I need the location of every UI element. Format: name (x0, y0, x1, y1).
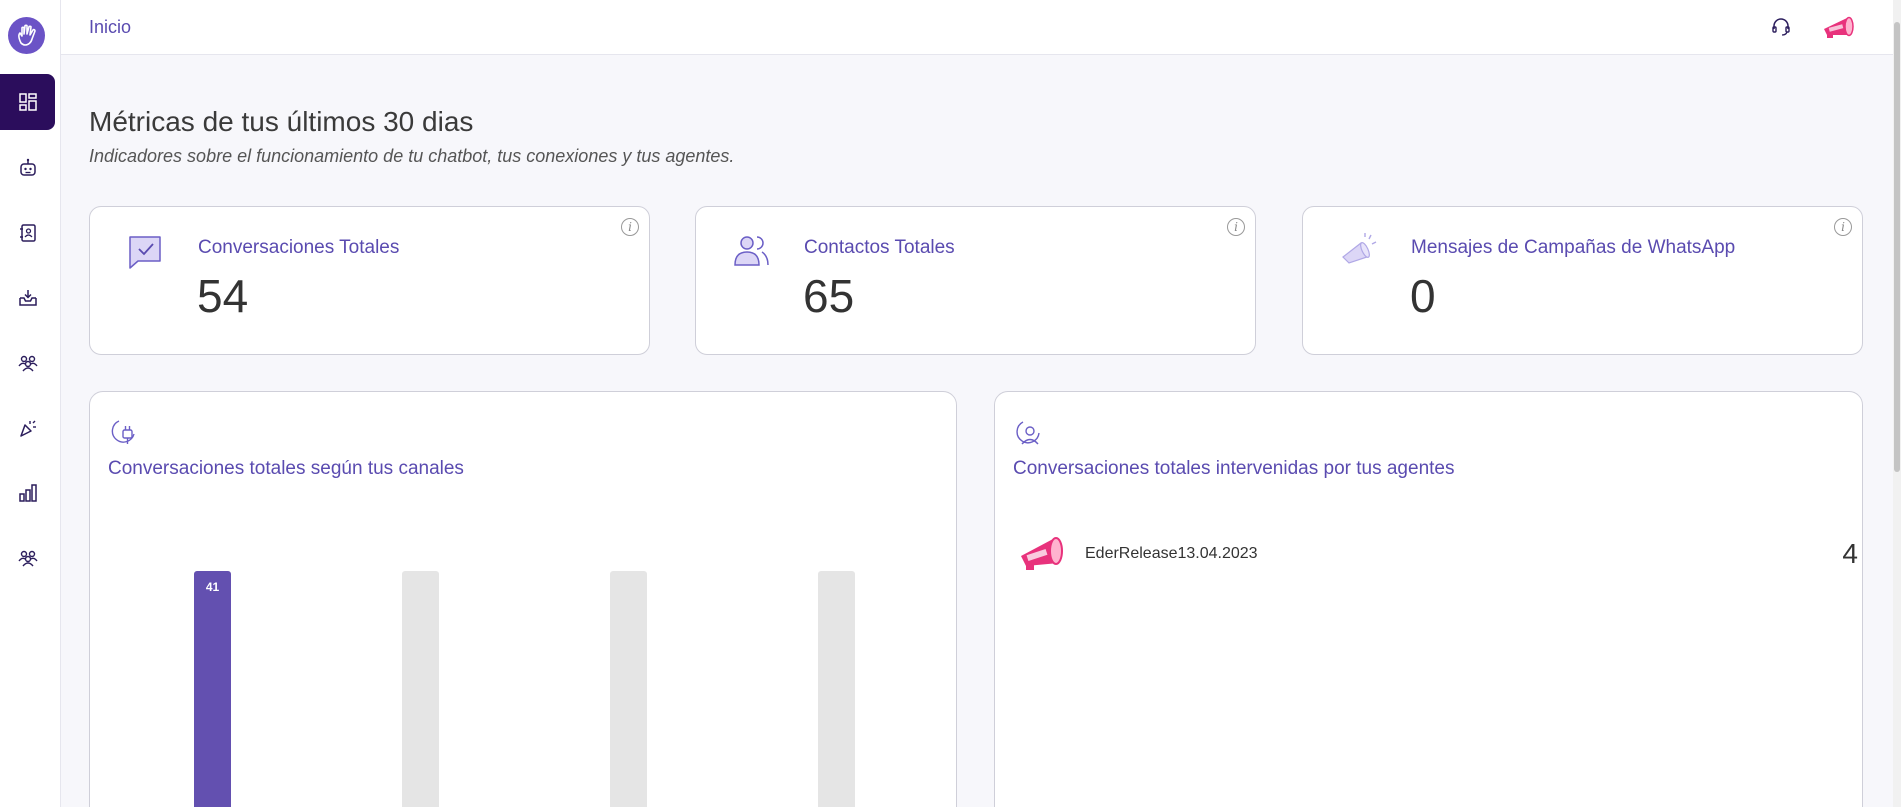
page-subtitle: Indicadores sobre el funcionamiento de t… (89, 146, 735, 166)
metric-value: 65 (803, 270, 855, 322)
user-avatar-megaphone-icon[interactable] (1820, 12, 1860, 42)
agent-count: 4 (1842, 538, 1858, 569)
metric-label: Mensajes de Campañas de WhatsApp (1411, 237, 1736, 258)
support-headset-icon[interactable] (1766, 12, 1796, 42)
list-item[interactable]: EderRelease13.04.2023 4 (1013, 530, 1858, 582)
page-title: Métricas de tus últimos 30 dias (89, 106, 474, 137)
chart-bar[interactable] (818, 571, 855, 807)
nav-chatbot[interactable] (0, 140, 55, 196)
metric-card-conversations: Conversaciones Totales 54 i (89, 206, 650, 355)
party-popper-icon (19, 420, 36, 437)
metric-card-contacts: Contactos Totales 65 i (695, 206, 1256, 355)
metric-card-whatsapp-campaigns: Mensajes de Campañas de WhatsApp 0 i (1302, 206, 1863, 355)
nav-reports[interactable] (0, 465, 55, 521)
chart-bar[interactable] (610, 571, 647, 807)
nav-dashboard[interactable] (0, 74, 55, 130)
nav-contacts-book[interactable] (0, 205, 55, 261)
nav-agents[interactable] (0, 335, 55, 391)
chart-bar[interactable] (194, 571, 231, 807)
nav-inbox[interactable] (0, 270, 55, 326)
nav-campaigns[interactable] (0, 400, 55, 456)
bar-chart-icon (18, 484, 37, 502)
topbar: Inicio (61, 0, 1901, 55)
metric-label: Contactos Totales (804, 237, 955, 258)
panel-agents: Conversaciones totales intervenidas por … (994, 391, 1863, 807)
inbox-download-icon (18, 290, 37, 306)
dashboard-icon (18, 93, 37, 111)
chat-check-icon (126, 231, 166, 271)
chart-bar[interactable] (402, 571, 439, 807)
breadcrumb[interactable]: Inicio (89, 17, 131, 38)
channels-bar-chart: 41 (194, 571, 855, 807)
metric-label: Conversaciones Totales (198, 237, 400, 258)
page-scrollbar[interactable] (1893, 0, 1901, 807)
info-icon[interactable]: i (621, 218, 639, 236)
users-group-icon (17, 355, 38, 372)
info-icon[interactable]: i (1227, 218, 1245, 236)
nav-team[interactable] (0, 530, 55, 586)
chart-data-label: 41 (206, 580, 220, 594)
contacts-icon (732, 231, 772, 271)
panel-channels-chart: Conversaciones totales según tus canales… (89, 391, 957, 807)
info-icon[interactable]: i (1834, 218, 1852, 236)
scrollbar-thumb[interactable] (1894, 22, 1900, 472)
agent-avatar-megaphone-icon (1017, 530, 1069, 574)
address-book-icon (19, 224, 36, 242)
metric-value: 54 (197, 270, 249, 322)
panel-title: Conversaciones totales intervenidas por … (1013, 458, 1455, 479)
team-icon (17, 550, 38, 567)
metric-value: 0 (1410, 270, 1436, 322)
brand-logo-hand-icon[interactable] (8, 17, 45, 54)
agent-support-icon (1012, 418, 1042, 448)
agent-name: EderRelease13.04.2023 (1085, 545, 1258, 562)
sidebar (0, 0, 61, 807)
megaphone-icon (1339, 231, 1379, 271)
robot-icon (19, 158, 36, 176)
